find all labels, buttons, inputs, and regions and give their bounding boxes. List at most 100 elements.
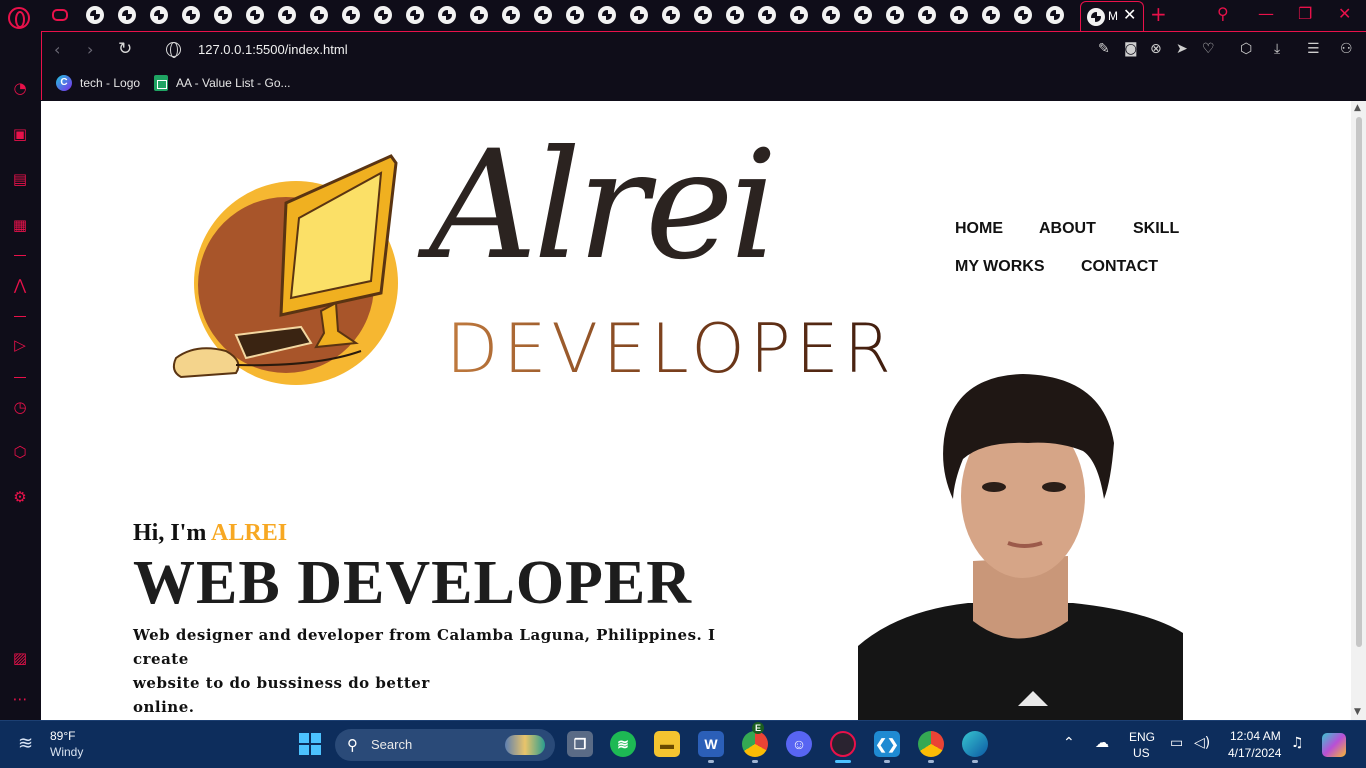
aria-ai-icon[interactable]: ⋀	[11, 276, 29, 294]
tab-favicon-icon[interactable]	[598, 6, 616, 24]
send-icon[interactable]: ➤	[1176, 41, 1188, 57]
nav-about[interactable]: ABOUT	[1039, 220, 1096, 238]
bookmark-item[interactable]: C tech - Logo	[56, 75, 140, 91]
clock-time[interactable]: 12:04 AM	[1230, 729, 1281, 743]
tab-close-icon[interactable]: ✕	[1123, 5, 1136, 24]
tab-favicon-icon[interactable]	[1046, 6, 1064, 24]
download-icon[interactable]: ⤓	[1274, 41, 1280, 57]
word-icon[interactable]: W	[698, 731, 724, 757]
weather-temperature[interactable]: 89°F	[50, 729, 75, 743]
opera-gx-icon[interactable]	[830, 731, 856, 757]
copilot-icon[interactable]	[1322, 733, 1346, 757]
tab-favicon-icon[interactable]	[918, 6, 936, 24]
tab-favicon-icon[interactable]	[534, 6, 552, 24]
player-icon[interactable]: ▷	[11, 336, 29, 354]
spotify-icon[interactable]: ≋	[610, 731, 636, 757]
minimize-button[interactable]: —	[1258, 4, 1274, 23]
network-icon[interactable]: ▭	[1170, 735, 1183, 751]
tab-favicon-icon[interactable]	[502, 6, 520, 24]
tab-favicon-icon[interactable]	[278, 6, 296, 24]
tab-favicon-icon[interactable]	[470, 6, 488, 24]
heart-icon[interactable]: ♡	[1202, 41, 1215, 57]
tab-favicon-icon[interactable]	[150, 6, 168, 24]
start-button[interactable]	[299, 733, 321, 755]
chrome-icon[interactable]: E	[742, 722, 768, 757]
language-indicator[interactable]: ENG	[1129, 730, 1155, 744]
reload-button[interactable]: ↻	[118, 39, 132, 59]
tab-favicon-icon[interactable]	[214, 6, 232, 24]
chrome-profile-icon[interactable]	[918, 731, 944, 757]
clock-date[interactable]: 4/17/2024	[1228, 746, 1281, 760]
weather-wind-icon[interactable]: ≋	[18, 733, 42, 754]
tab-favicon-icon[interactable]	[758, 6, 776, 24]
tab-favicon-icon[interactable]	[886, 6, 904, 24]
block-icon[interactable]: ⊗	[1150, 41, 1162, 57]
tab-favicon-icon[interactable]	[982, 6, 1000, 24]
tab-favicon-icon[interactable]	[310, 6, 328, 24]
nav-my-works[interactable]: MY WORKS	[955, 258, 1044, 276]
search-tabs-icon[interactable]: ⚲	[1217, 4, 1229, 23]
tab-favicon-icon[interactable]	[950, 6, 968, 24]
tab-favicon-icon[interactable]	[790, 6, 808, 24]
twitch-icon[interactable]: ▤	[11, 170, 29, 188]
new-tab-button[interactable]: +	[1150, 2, 1167, 26]
extensions-icon[interactable]: ⬡	[1240, 41, 1252, 57]
url-field[interactable]: 127.0.0.1:5500/index.html	[198, 42, 348, 57]
tab-favicon-icon[interactable]	[342, 6, 360, 24]
edge-icon[interactable]	[962, 731, 988, 757]
nav-home[interactable]: HOME	[955, 220, 1003, 238]
vscode-icon[interactable]: ❮❯	[874, 731, 900, 757]
easy-setup-icon[interactable]: ☰	[1307, 41, 1320, 57]
task-view-icon[interactable]: ❐	[567, 731, 593, 757]
cpu-limiter-icon[interactable]: ▦	[11, 216, 29, 234]
gx-control-icon[interactable]	[52, 9, 68, 21]
discord-icon[interactable]: ☺	[786, 731, 812, 757]
nav-skill[interactable]: SKILL	[1133, 220, 1179, 238]
tab-favicon-icon[interactable]	[246, 6, 264, 24]
weather-condition[interactable]: Windy	[50, 745, 83, 759]
tab-favicon-icon[interactable]	[726, 6, 744, 24]
tab-favicon-icon[interactable]	[822, 6, 840, 24]
tab-favicon-icon[interactable]	[438, 6, 456, 24]
tab-favicon-icon[interactable]	[854, 6, 872, 24]
active-tab[interactable]: M ✕	[1080, 1, 1144, 31]
bag-icon[interactable]: ▣	[11, 125, 29, 143]
account-icon[interactable]: ⚇	[1340, 41, 1353, 57]
tab-favicon-icon[interactable]	[86, 6, 104, 24]
notification-bell-icon[interactable]: ♫	[1291, 735, 1304, 751]
tab-favicon-icon[interactable]	[406, 6, 424, 24]
tab-favicon-icon[interactable]	[662, 6, 680, 24]
cube-icon[interactable]: ⬡	[11, 443, 29, 461]
tab-favicon-icon[interactable]	[630, 6, 648, 24]
tab-favicon-icon[interactable]	[374, 6, 392, 24]
volume-icon[interactable]: ◁)	[1194, 735, 1210, 751]
restore-button[interactable]: ❐	[1298, 4, 1312, 23]
close-window-button[interactable]: ✕	[1338, 4, 1351, 23]
bookmark-item[interactable]: AA - Value List - Go...	[154, 75, 291, 91]
page-scrollbar[interactable]: ▲ ▼	[1351, 101, 1366, 720]
forward-button[interactable]: ›	[87, 40, 93, 59]
scrollbar-thumb[interactable]	[1356, 117, 1362, 647]
more-icon[interactable]: ⋯	[11, 690, 29, 708]
chevron-up-icon[interactable]: ⌃	[1063, 735, 1075, 751]
snapshot-icon[interactable]: ◙	[1124, 41, 1138, 57]
nav-contact[interactable]: CONTACT	[1081, 258, 1158, 276]
back-button[interactable]: ‹	[54, 40, 60, 59]
scroll-down-icon[interactable]: ▼	[1354, 707, 1361, 717]
file-explorer-icon[interactable]: ▬	[654, 731, 680, 757]
history-icon[interactable]: ◷	[11, 398, 29, 416]
tab-favicon-icon[interactable]	[694, 6, 712, 24]
speed-dial-icon[interactable]: ◔	[11, 79, 29, 97]
language-region[interactable]: US	[1133, 746, 1150, 760]
tab-favicon-icon[interactable]	[182, 6, 200, 24]
wallpaper-icon[interactable]: ▨	[11, 649, 29, 667]
onedrive-icon[interactable]: ☁	[1095, 735, 1109, 751]
scroll-up-icon[interactable]: ▲	[1354, 103, 1361, 113]
settings-icon[interactable]: ⚙	[11, 488, 29, 506]
site-info-icon[interactable]	[166, 42, 181, 58]
opera-menu-icon[interactable]	[8, 7, 30, 29]
tab-favicon-icon[interactable]	[118, 6, 136, 24]
tab-favicon-icon[interactable]	[1014, 6, 1032, 24]
taskbar-search[interactable]: ⚲ Search	[335, 729, 555, 761]
tab-favicon-icon[interactable]	[566, 6, 584, 24]
